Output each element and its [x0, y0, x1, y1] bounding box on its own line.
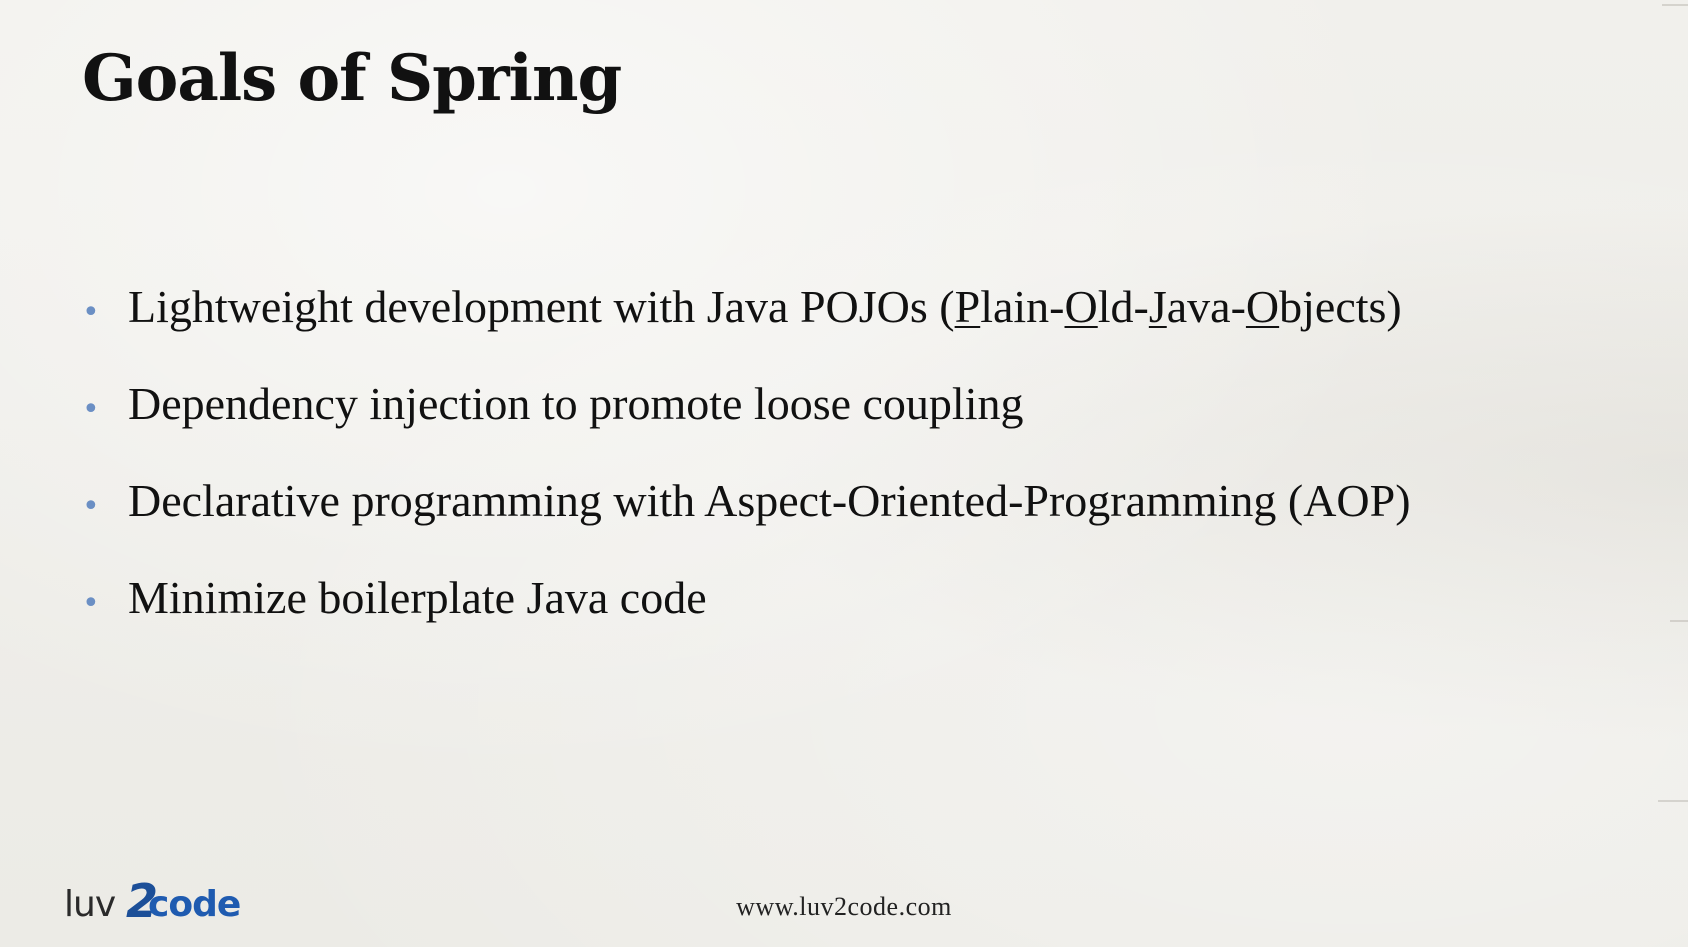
bullet-list: • Lightweight development with Java POJO… — [82, 280, 1411, 668]
bullet-item: • Minimize boilerplate Java code — [82, 571, 1411, 668]
footer-url: www.luv2code.com — [736, 892, 952, 921]
paper-crease — [1662, 4, 1688, 6]
bullet-icon: • — [82, 295, 100, 330]
bullet-icon: • — [82, 489, 100, 524]
bullet-icon: • — [82, 392, 100, 427]
bullet-icon: • — [82, 586, 100, 621]
paper-crease — [1670, 620, 1688, 622]
bullet-text: Declarative programming with Aspect-Orie… — [128, 475, 1411, 526]
paper-crease — [1658, 800, 1688, 802]
bullet-text: Lightweight development with Java POJOs … — [128, 281, 1402, 332]
bullet-item: • Lightweight development with Java POJO… — [82, 280, 1411, 377]
slide: Goals of Spring • Lightweight developmen… — [0, 0, 1688, 947]
bullet-item: • Declarative programming with Aspect-Or… — [82, 474, 1411, 571]
bullet-item: • Dependency injection to promote loose … — [82, 377, 1411, 474]
bullet-text: Minimize boilerplate Java code — [128, 572, 707, 623]
bullet-text: Dependency injection to promote loose co… — [128, 378, 1024, 429]
slide-title: Goals of Spring — [82, 41, 622, 116]
